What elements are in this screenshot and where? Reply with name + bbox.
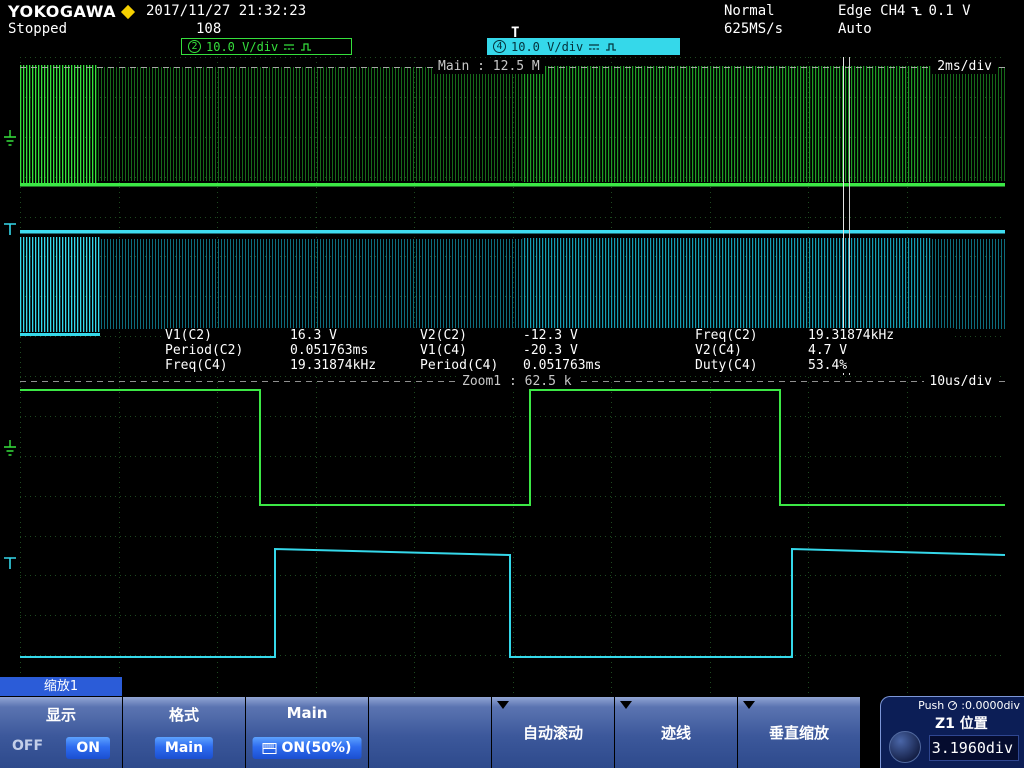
measurement-value: 0.051763ms (290, 343, 369, 358)
main-split-button[interactable]: Main ON(50%) (246, 697, 368, 768)
ch2-main-trace (20, 65, 1005, 187)
main-split-value-text: ON(50%) (281, 740, 352, 756)
z1-position-title: Z1 位置 (935, 716, 988, 732)
measurement-label: Period(C4) (420, 358, 499, 373)
measurement-label: V1(C2) (165, 328, 212, 343)
empty-button[interactable] (369, 697, 491, 768)
ch2-zoom-ground-marker (4, 440, 16, 456)
yokogawa-logo: YOKOGAWA (8, 2, 117, 21)
zoom1-tab[interactable]: 缩放1 (0, 677, 122, 696)
measurement-value: -12.3 V (523, 328, 578, 343)
trigger-sweep: Auto (838, 21, 872, 37)
zoom-traces (20, 389, 1005, 658)
channel4-number: 4 (493, 40, 506, 53)
ch4-level-marker (4, 223, 16, 235)
measurement-label: V2(C4) (695, 343, 742, 358)
trigger-mode: Normal (724, 3, 775, 19)
acquisition-count: 108 (196, 21, 222, 37)
z1-position-value[interactable]: 3.1960div (929, 735, 1019, 761)
auto-scroll-label: 自动滚动 (522, 724, 583, 742)
acquisition-status: Stopped (8, 21, 68, 37)
trace-button[interactable]: 迹线 (615, 697, 737, 768)
push-label: Push (918, 699, 945, 712)
edge-falling-icon (911, 6, 922, 16)
push-hint: Push :0.0000div (918, 699, 1020, 712)
measurement-row: Freq(C4) 19.31874kHz Period(C4) 0.051763… (165, 358, 955, 373)
measurement-value: 0.051763ms (523, 358, 602, 373)
auto-scroll-button[interactable]: 自动滚动 (492, 697, 614, 768)
brand-row: YOKOGAWA (8, 2, 136, 21)
channel4-scale: 10.0 V/div (511, 39, 584, 54)
measurement-row: Period(C2) 0.051763ms V1(C4) -20.3 V V2(… (165, 343, 955, 358)
vertical-zoom-label: 垂直缩放 (768, 724, 829, 742)
ch4-zoom-level-marker (4, 557, 16, 569)
oscilloscope-screen: YOKOGAWA Stopped 2017/11/27 21:32:23 108… (0, 0, 1024, 768)
display-button[interactable]: 显示 OFF ON (0, 697, 122, 768)
trace-label: 迹线 (660, 724, 691, 742)
z1-position-panel: Push :0.0000div Z1 位置 3.1960div (880, 696, 1024, 768)
display-on-option[interactable]: ON (66, 737, 110, 759)
split-screen-icon (262, 742, 277, 754)
push-value: :0.0000div (961, 699, 1020, 712)
ch4-zoom-trace (20, 547, 1005, 658)
ch2-ground-marker (4, 130, 16, 146)
knob-icon (948, 701, 958, 710)
bandwidth-icon (606, 42, 617, 51)
z1-position-knob[interactable] (889, 731, 921, 763)
sample-rate: 625MS/s (724, 21, 784, 37)
trigger-level: 0.1 V (928, 3, 971, 19)
measurement-label: V1(C4) (420, 343, 467, 358)
coupling-dc-icon (284, 43, 295, 50)
measurement-label: Freq(C2) (695, 328, 758, 343)
format-label: 格式 (168, 706, 199, 724)
waveform-display: Main : 12.5 M 2ms/div Zoom1 : 62.5 k 10u… (20, 57, 1005, 695)
measurement-value: 4.7 V (808, 343, 848, 358)
zoom-timebase: 10us/div (924, 374, 997, 389)
main-timebase: 2ms/div (932, 59, 997, 74)
measurement-row: V1(C2) 16.3 V V2(C2) -12.3 V Freq(C2) 19… (165, 328, 955, 343)
measurement-value: 53.4% (808, 358, 848, 373)
vertical-zoom-button[interactable]: 垂直缩放 (738, 697, 860, 768)
datetime: 2017/11/27 21:32:23 (146, 3, 307, 19)
measurements-overlay: V1(C2) 16.3 V V2(C2) -12.3 V Freq(C2) 19… (165, 328, 955, 373)
ch4-main-trace (20, 230, 1005, 336)
measurement-label: Period(C2) (165, 343, 244, 358)
format-button[interactable]: 格式 Main (123, 697, 245, 768)
measurement-label: V2(C2) (420, 328, 467, 343)
measurement-value: 16.3 V (290, 328, 337, 343)
display-off-option[interactable]: OFF (12, 738, 43, 754)
channel2-scale: 10.0 V/div (206, 39, 279, 54)
channel4-badge[interactable]: 4 10.0 V/div (487, 38, 680, 55)
measurement-value: -20.3 V (523, 343, 578, 358)
main-split-value[interactable]: ON(50%) (252, 737, 362, 759)
format-value[interactable]: Main (154, 737, 214, 759)
trigger-settings: Edge CH4 0.1 V (838, 3, 971, 19)
measurement-value: 19.31874kHz (808, 328, 895, 343)
yokogawa-diamond-icon (120, 4, 136, 19)
trigger-source: Edge CH4 (838, 3, 906, 19)
display-label: 显示 (45, 706, 76, 724)
softkey-menu: 缩放1 显示 OFF ON 格式 Main Main ON(50%) 自动滚动 … (0, 677, 1024, 768)
main-record-label: Main : 12.5 M (433, 59, 545, 74)
main-split-label: Main (286, 704, 328, 722)
bandwidth-icon (301, 42, 312, 51)
ch2-zoom-trace (20, 389, 1005, 506)
channel2-badge[interactable]: 2 10.0 V/div (181, 38, 352, 55)
channel2-number: 2 (188, 40, 201, 53)
zoom-record-label: Zoom1 : 62.5 k (457, 374, 577, 389)
coupling-dc-icon (589, 43, 600, 50)
measurement-label: Duty(C4) (695, 358, 758, 373)
measurement-label: Freq(C4) (165, 358, 228, 373)
measurement-value: 19.31874kHz (290, 358, 377, 373)
